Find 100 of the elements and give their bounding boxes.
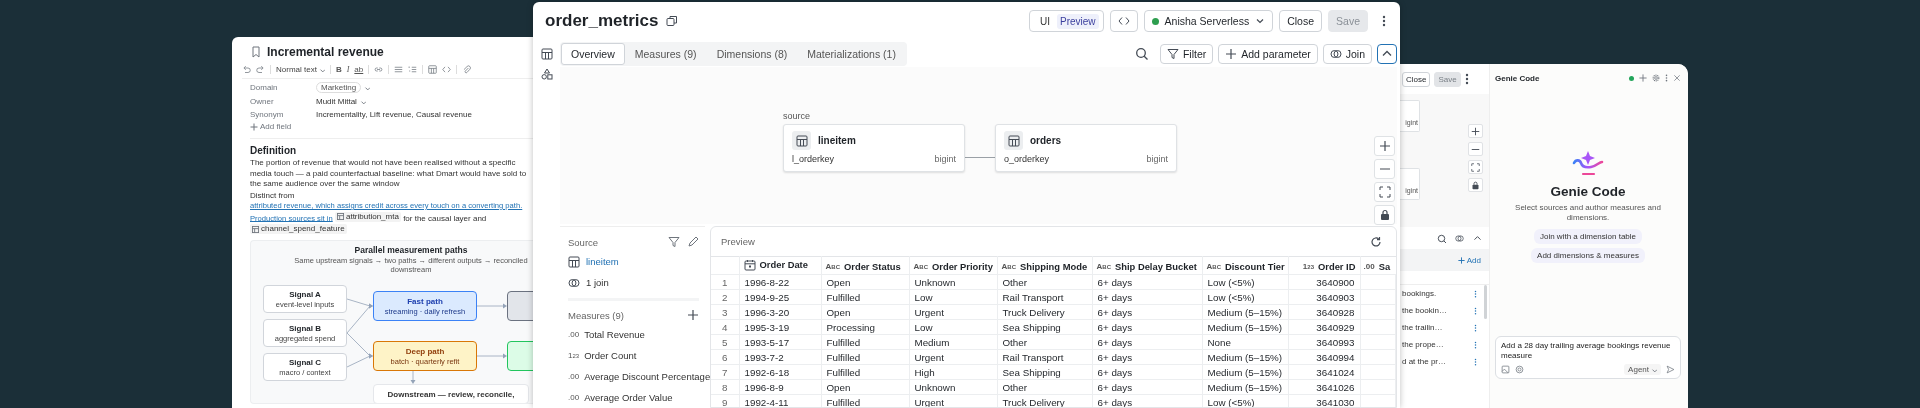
join-button[interactable]: Join [1322, 43, 1372, 64]
lock-button[interactable] [1374, 205, 1395, 225]
text-style-dropdown[interactable]: Normal text [276, 65, 325, 74]
shapes-icon[interactable] [540, 68, 553, 80]
plus-icon [1457, 256, 1465, 264]
table-cell: 6+ days [1092, 364, 1202, 380]
table-cell: Low (<5%) [1202, 289, 1288, 305]
paperclip-icon[interactable] [462, 65, 472, 74]
kebab-menu-icon[interactable] [1665, 74, 1668, 82]
column-name: o_orderkey [1004, 154, 1050, 164]
settings-icon[interactable] [1652, 74, 1660, 82]
view-toggle[interactable]: UI Preview [1029, 10, 1104, 32]
measure-name[interactable]: Total Revenue [584, 329, 645, 340]
table-chip[interactable]: attribution_mta [334, 211, 401, 222]
kebab-menu-icon[interactable] [1474, 306, 1477, 315]
tab[interactable]: Overview [561, 42, 625, 65]
search-icon[interactable] [1134, 46, 1149, 61]
table-cell: 1995-3-19 [739, 319, 821, 335]
measure-name[interactable]: Average Order Value [584, 392, 673, 403]
panel-title: Genie Code [1495, 73, 1540, 83]
kebab-menu-icon[interactable] [1474, 289, 1477, 298]
row-number: 4 [711, 319, 739, 335]
measure-name[interactable]: Average Discount Percentage [584, 371, 711, 382]
lock-button[interactable] [1468, 178, 1483, 192]
fit-icon [1378, 186, 1391, 198]
kebab-menu-icon[interactable] [1474, 357, 1477, 366]
header-button[interactable]: Close [1402, 71, 1431, 87]
compute-dropdown[interactable]: Anisha Serverless [1143, 10, 1274, 32]
filter-button[interactable]: Filter [1159, 43, 1214, 64]
toggle-option[interactable]: Preview [1057, 13, 1099, 29]
table-cell: Fulfilled [821, 289, 909, 305]
column-name: l_orderkey [792, 154, 835, 164]
table-icon [336, 213, 344, 221]
tab[interactable]: Measures (9) [624, 42, 707, 65]
join-icon[interactable] [1455, 233, 1464, 243]
toggle-option[interactable]: UI [1037, 13, 1053, 29]
chevron-up-icon[interactable] [1473, 233, 1482, 243]
column-type: bigint [1146, 154, 1168, 164]
bullet-list-icon[interactable] [394, 65, 404, 74]
kebab-menu-icon[interactable] [1474, 323, 1477, 332]
caret-icon [1651, 366, 1657, 373]
table-chip[interactable]: channel_spend_feature [250, 223, 347, 235]
pencil-icon[interactable] [687, 236, 699, 248]
kebab-menu-icon[interactable] [1464, 73, 1469, 85]
table-cell: 3641026 [1288, 379, 1360, 395]
tab[interactable]: Dimensions (8) [706, 42, 798, 65]
filter-icon[interactable] [668, 236, 680, 248]
table-icon [252, 225, 259, 233]
owner-dropdown[interactable]: Mudit Mittal [316, 97, 366, 106]
add-button[interactable]: Add parameter [1218, 43, 1318, 64]
numbered-list-icon[interactable] [408, 65, 418, 74]
redo-icon[interactable] [256, 65, 265, 74]
mode-dropdown[interactable]: Agent [1624, 364, 1661, 375]
table-icon[interactable] [540, 48, 553, 60]
source-table-link[interactable]: lineitem [586, 256, 619, 267]
node-title: lineitem [818, 135, 856, 146]
copy-icon[interactable] [666, 15, 679, 27]
column-header[interactable]: .00 Sa [1360, 256, 1396, 275]
refresh-icon[interactable] [1370, 235, 1382, 248]
collapse-button[interactable] [1377, 43, 1397, 64]
image-icon[interactable] [1501, 365, 1510, 374]
header-button[interactable]: Close [1279, 10, 1323, 32]
caret-icon [1255, 16, 1266, 26]
search-icon[interactable] [1437, 233, 1446, 243]
table-cell: Fulfilled [821, 364, 909, 380]
zoom-out-button[interactable] [1468, 142, 1483, 156]
type-icon: .00 [568, 372, 580, 381]
add-button[interactable]: Add [1457, 255, 1481, 265]
table-cell: Open [821, 379, 909, 395]
mention-icon[interactable] [1515, 365, 1524, 374]
kebab-menu-icon[interactable] [1474, 340, 1477, 349]
link-icon[interactable] [374, 65, 384, 74]
strike-button[interactable]: ab [354, 65, 364, 74]
send-icon[interactable] [1666, 365, 1675, 374]
table-node[interactable]: lineitem l_orderkey bigint [783, 124, 965, 172]
suggestion-chip[interactable]: Join with a dimension table [1533, 229, 1643, 244]
plus-icon[interactable] [1639, 74, 1647, 82]
table-cell: Other [997, 379, 1092, 395]
code-icon[interactable] [442, 65, 452, 74]
kebab-menu-icon[interactable] [1382, 15, 1386, 27]
suggestion-chip[interactable]: Add dimensions & measures [1531, 248, 1645, 263]
prompt-input[interactable]: Add a 28 day trailing average bookings revenue measure Agent [1495, 336, 1681, 379]
node-title: orders [1030, 135, 1062, 146]
zoom-in-button[interactable] [1468, 124, 1483, 138]
zoom-in-button[interactable] [1374, 136, 1395, 156]
code-icon [1117, 15, 1130, 27]
close-icon[interactable] [1673, 74, 1681, 82]
measure-name[interactable]: Order Count [584, 350, 637, 361]
italic-button[interactable]: I [346, 65, 350, 74]
table-cell: Medium (5–15%) [1202, 319, 1288, 335]
table-icon [1004, 131, 1023, 150]
column-header[interactable]: Order Date [739, 256, 821, 275]
table-node[interactable]: orders o_orderkey bigint [995, 124, 1177, 172]
bold-button[interactable]: B [335, 65, 342, 74]
add-icon[interactable] [687, 309, 699, 321]
undo-icon[interactable] [242, 65, 251, 74]
table-cell: Fulfilled [821, 334, 909, 350]
tab[interactable]: Materializations (1) [797, 42, 906, 65]
connector-line [965, 157, 995, 158]
add-field-button[interactable]: Add field [250, 122, 292, 131]
